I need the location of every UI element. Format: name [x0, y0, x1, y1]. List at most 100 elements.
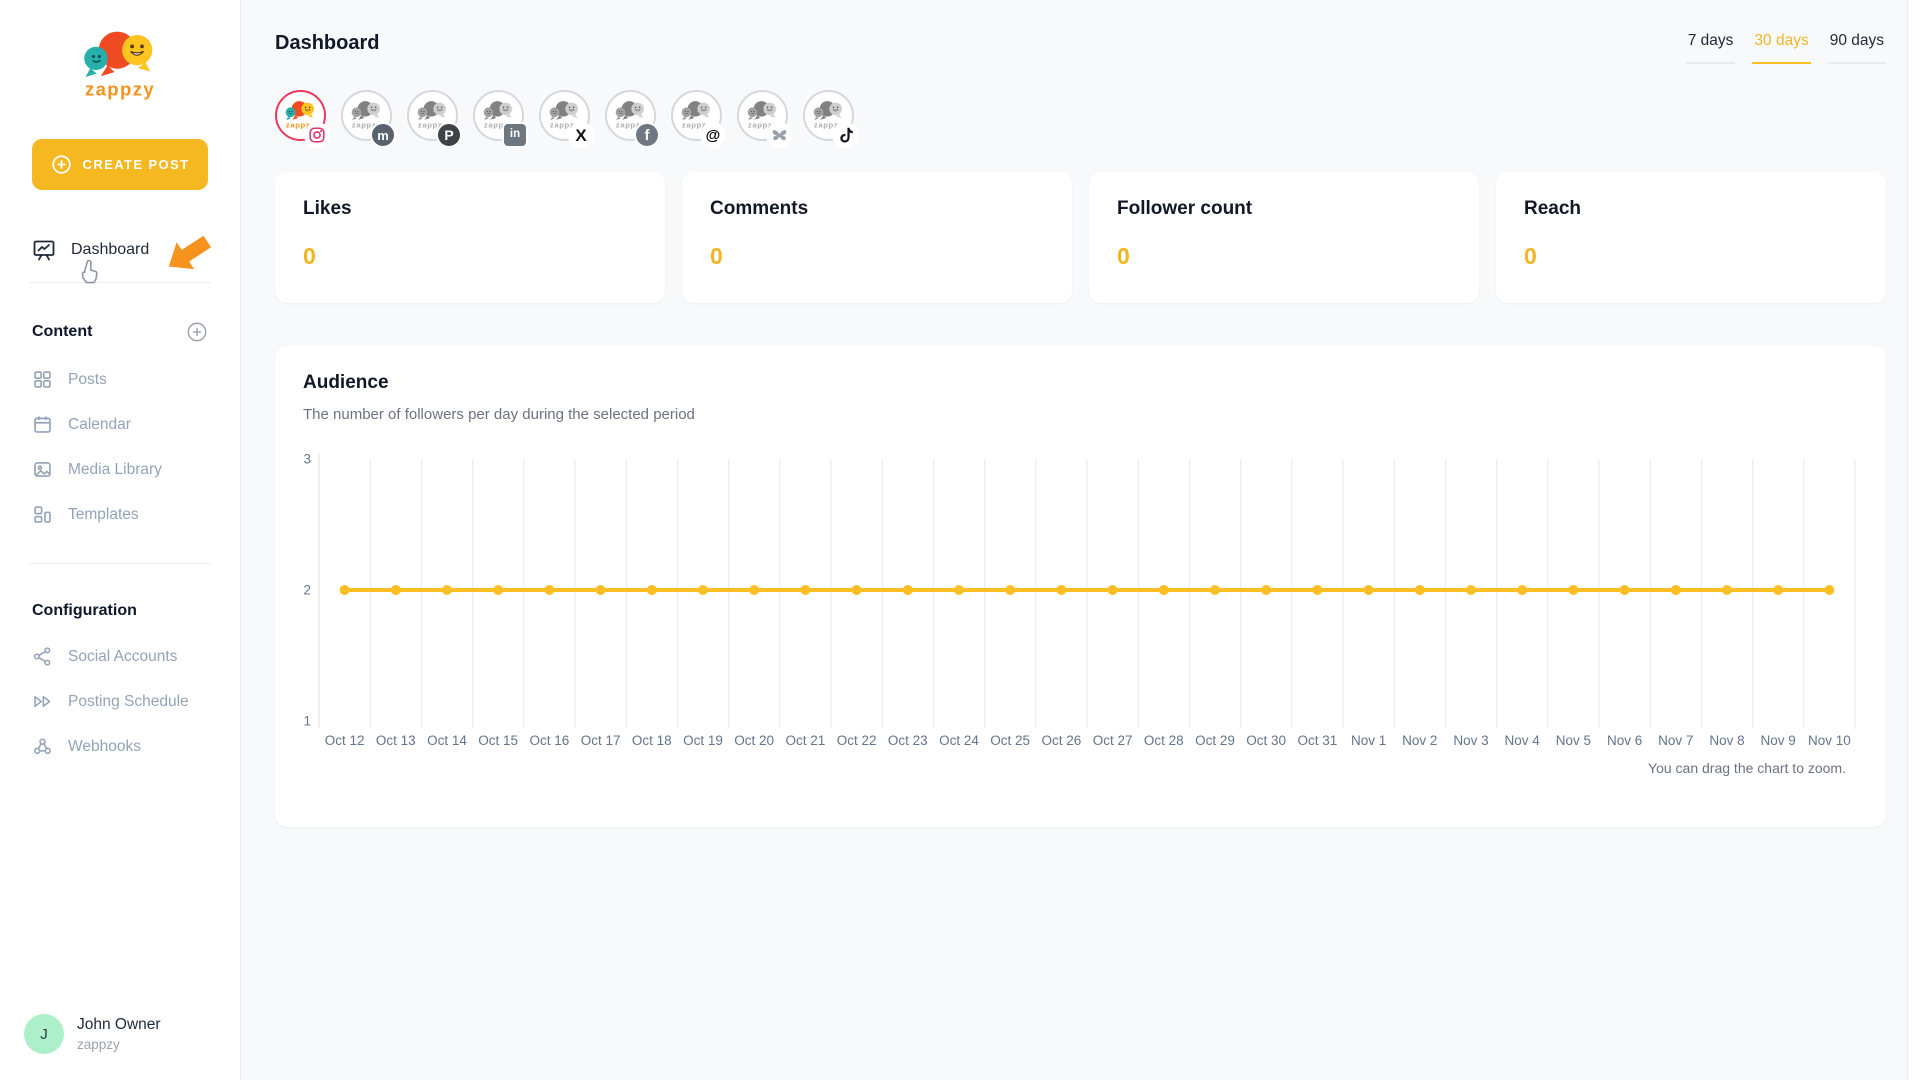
audience-line-chart[interactable]: 321Oct 12Oct 13Oct 14Oct 15Oct 16Oct 17O…: [299, 445, 1862, 758]
calendar-icon: [32, 414, 53, 435]
account-pinterest[interactable]: P: [407, 90, 458, 141]
mastodon-icon: m: [370, 122, 396, 148]
stat-card-reach: Reach 0: [1496, 172, 1886, 303]
sidebar-item-label: Calendar: [68, 416, 131, 434]
stat-value: 0: [1117, 243, 1451, 270]
stat-card-likes: Likes 0: [275, 172, 665, 303]
sidebar: CREATE POST Dashboard Content Posts Cale…: [0, 0, 241, 1080]
sidebar-item-social-accounts[interactable]: Social Accounts: [0, 634, 240, 679]
plus-circle-icon: [186, 321, 208, 343]
tab-7-days[interactable]: 7 days: [1686, 24, 1736, 64]
svg-text:Nov 1: Nov 1: [1351, 733, 1386, 748]
svg-text:Nov 8: Nov 8: [1709, 733, 1744, 748]
bluesky-icon: [766, 122, 792, 148]
sidebar-item-label: Templates: [68, 506, 139, 524]
facebook-icon: f: [634, 122, 660, 148]
tab-90-days[interactable]: 90 days: [1828, 24, 1886, 64]
page-title: Dashboard: [275, 32, 379, 55]
account-mastodon[interactable]: m: [341, 90, 392, 141]
x-icon: X: [568, 122, 594, 148]
audience-chart-card: Audience The number of followers per day…: [275, 346, 1886, 827]
sidebar-item-posting-schedule[interactable]: Posting Schedule: [0, 679, 240, 724]
account-threads[interactable]: @: [671, 90, 722, 141]
sidebar-item-dashboard[interactable]: Dashboard: [0, 224, 240, 282]
sidebar-item-label: Social Accounts: [68, 648, 177, 666]
account-x[interactable]: X: [539, 90, 590, 141]
sidebar-item-label: Media Library: [68, 461, 162, 479]
pinterest-icon: P: [436, 122, 462, 148]
main-content: Dashboard 7 days 30 days 90 days mPinXf@…: [241, 0, 1920, 1080]
account-facebook[interactable]: f: [605, 90, 656, 141]
create-post-label: CREATE POST: [83, 157, 190, 172]
svg-text:Oct 19: Oct 19: [683, 733, 723, 748]
share-icon: [32, 646, 53, 667]
svg-text:Oct 25: Oct 25: [990, 733, 1030, 748]
range-tabs: 7 days 30 days 90 days: [1686, 24, 1886, 64]
sidebar-divider: [28, 282, 212, 283]
user-menu[interactable]: J John Owner zappzy: [0, 994, 240, 1080]
svg-text:Oct 24: Oct 24: [939, 733, 979, 748]
stats-row: Likes 0 Comments 0 Follower count 0 Reac…: [275, 172, 1886, 303]
sidebar-item-posts[interactable]: Posts: [0, 357, 240, 402]
svg-text:Nov 2: Nov 2: [1402, 733, 1437, 748]
stat-value: 0: [710, 243, 1044, 270]
image-icon: [32, 459, 53, 480]
svg-text:Oct 28: Oct 28: [1144, 733, 1184, 748]
svg-text:Oct 15: Oct 15: [478, 733, 518, 748]
svg-text:Oct 12: Oct 12: [325, 733, 365, 748]
instagram-icon: [304, 122, 330, 148]
sidebar-item-webhooks[interactable]: Webhooks: [0, 724, 240, 769]
avatar: J: [24, 1014, 64, 1054]
presentation-chart-icon: [32, 238, 56, 262]
svg-text:Nov 5: Nov 5: [1556, 733, 1591, 748]
account-tiktok[interactable]: [803, 90, 854, 141]
linkedin-icon: in: [502, 122, 528, 148]
sidebar-item-label: Dashboard: [71, 241, 149, 259]
stat-value: 0: [1524, 243, 1858, 270]
sidebar-item-templates[interactable]: Templates: [0, 492, 240, 537]
tiktok-icon: [832, 122, 858, 148]
section-configuration: Configuration: [0, 602, 240, 620]
svg-text:Nov 10: Nov 10: [1808, 733, 1851, 748]
svg-text:2: 2: [303, 583, 311, 598]
svg-text:Oct 14: Oct 14: [427, 733, 467, 748]
section-title: Content: [32, 323, 92, 341]
grid-icon: [32, 369, 53, 390]
chart-zoom-hint: You can drag the chart to zoom.: [299, 760, 1862, 776]
section-content: Content: [0, 321, 240, 343]
sidebar-item-media-library[interactable]: Media Library: [0, 447, 240, 492]
svg-text:Oct 21: Oct 21: [786, 733, 826, 748]
account-linkedin[interactable]: in: [473, 90, 524, 141]
zappzy-logo-icon: [76, 24, 164, 101]
social-accounts-row: mPin Xf @: [275, 90, 1886, 141]
hand-cursor-icon: [78, 260, 100, 289]
templates-icon: [32, 504, 53, 525]
section-title: Configuration: [32, 602, 137, 620]
scrollbar[interactable]: [1907, 0, 1920, 1080]
sidebar-item-calendar[interactable]: Calendar: [0, 402, 240, 447]
webhook-icon: [32, 736, 53, 757]
stat-title: Follower count: [1117, 198, 1451, 220]
svg-text:Oct 30: Oct 30: [1246, 733, 1286, 748]
svg-text:Oct 26: Oct 26: [1042, 733, 1082, 748]
sidebar-item-label: Posts: [68, 371, 107, 389]
pointer-arrow-icon: [162, 232, 214, 281]
stat-value: 0: [303, 243, 637, 270]
create-post-button[interactable]: CREATE POST: [32, 139, 208, 190]
svg-text:Nov 6: Nov 6: [1607, 733, 1642, 748]
svg-text:Oct 23: Oct 23: [888, 733, 928, 748]
account-bluesky[interactable]: [737, 90, 788, 141]
svg-text:Oct 27: Oct 27: [1093, 733, 1133, 748]
svg-text:Nov 7: Nov 7: [1658, 733, 1693, 748]
chart-subtitle: The number of followers per day during t…: [299, 406, 1862, 423]
chart-title: Audience: [299, 372, 1862, 394]
threads-icon: @: [700, 122, 726, 148]
svg-text:Oct 31: Oct 31: [1298, 733, 1338, 748]
sidebar-item-label: Posting Schedule: [68, 693, 189, 711]
svg-text:Oct 17: Oct 17: [581, 733, 621, 748]
svg-text:Oct 20: Oct 20: [734, 733, 774, 748]
account-instagram[interactable]: [275, 90, 326, 141]
stat-title: Comments: [710, 198, 1044, 220]
add-content-button[interactable]: [186, 321, 208, 343]
tab-30-days[interactable]: 30 days: [1752, 24, 1810, 64]
